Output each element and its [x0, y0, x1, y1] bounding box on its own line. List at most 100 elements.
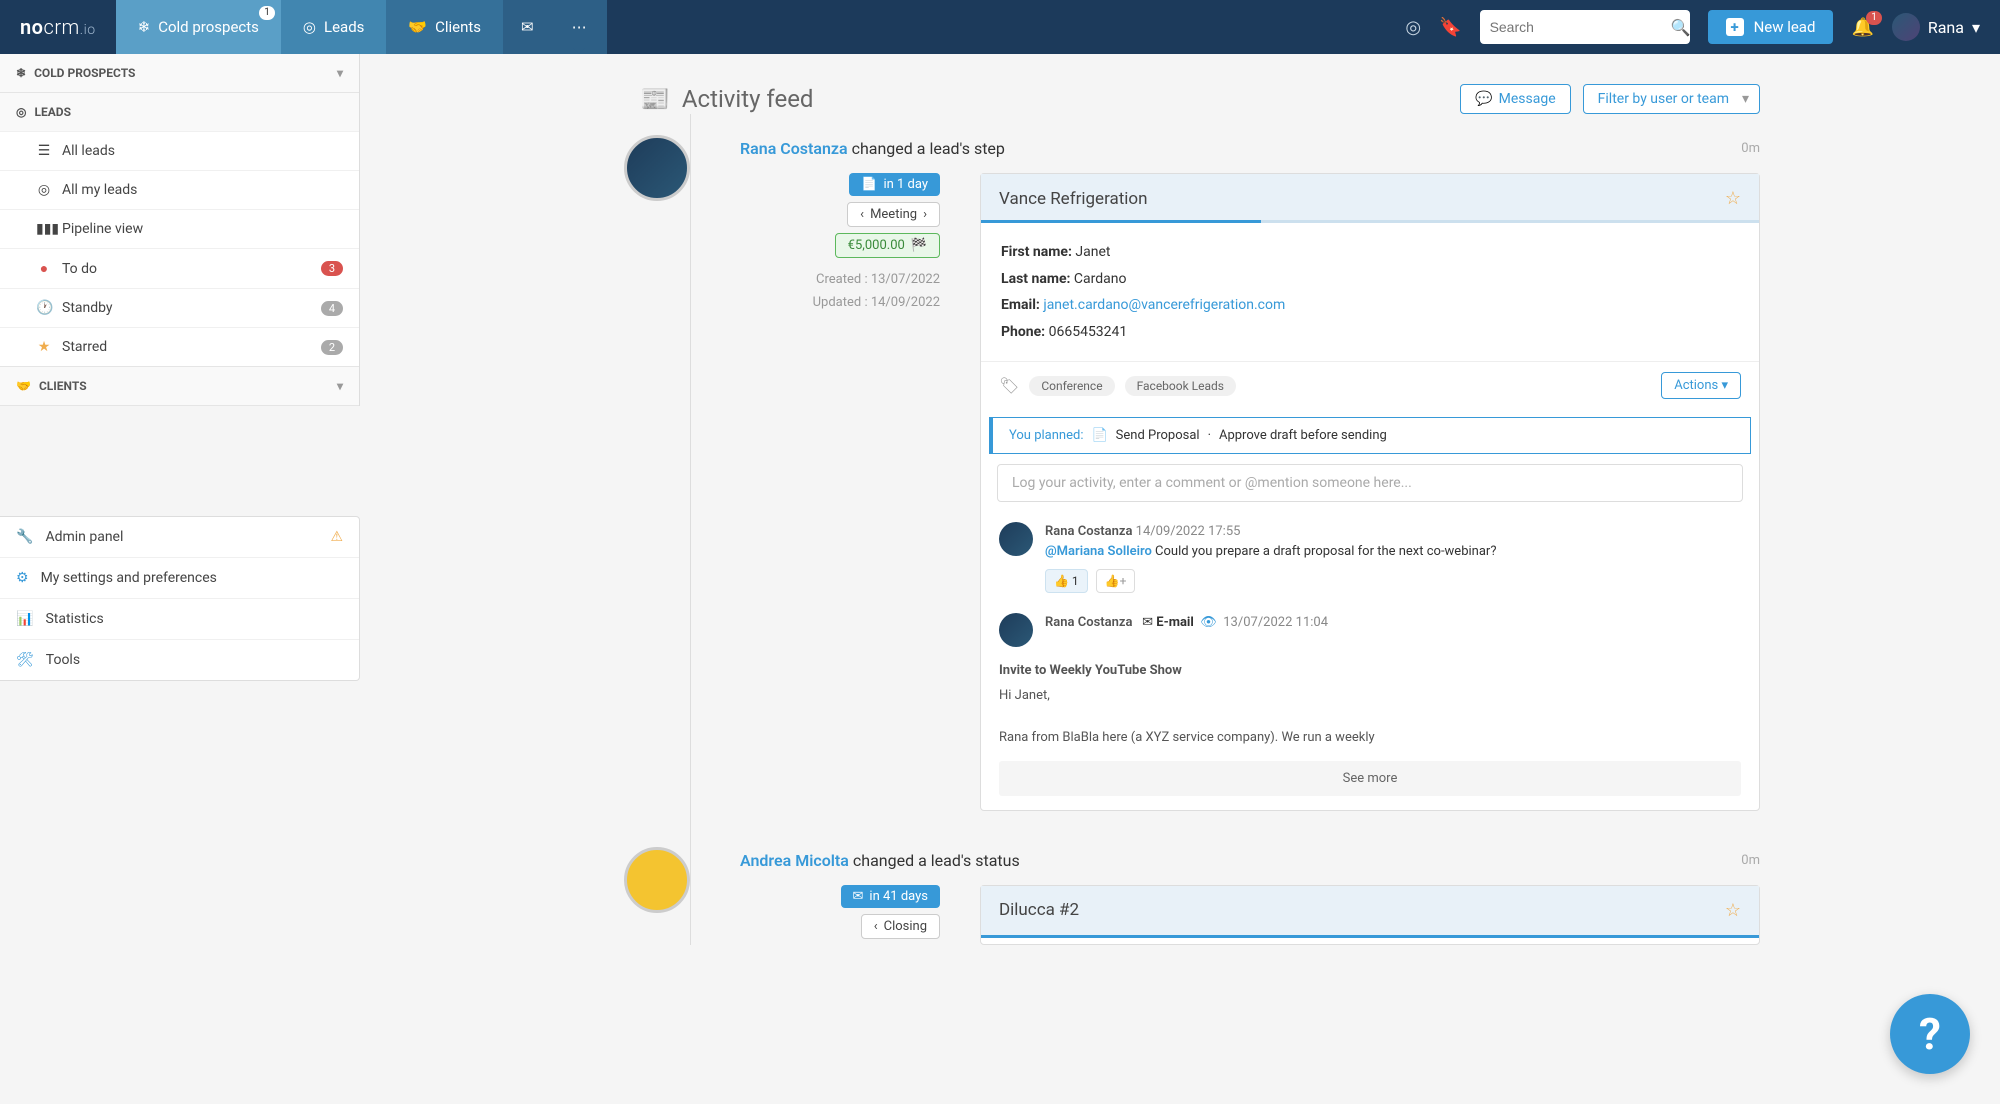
plus-icon: +	[1726, 18, 1744, 36]
my-settings[interactable]: ⚙ My settings and preferences	[0, 557, 359, 598]
notifications[interactable]: 🔔 1	[1851, 17, 1873, 38]
new-lead-button[interactable]: + New lead	[1708, 10, 1834, 44]
chevron-left-icon: ‹	[874, 919, 878, 934]
email-body: Rana from BlaBla here (a XYZ service com…	[999, 728, 1741, 749]
amount-chip[interactable]: €5,000.00 🏁	[835, 233, 940, 258]
nav-more[interactable]: ⋯	[552, 0, 607, 54]
nav-clients[interactable]: 🤝 Clients	[386, 0, 503, 54]
email-body: Hi Janet,	[999, 686, 1741, 707]
star-toggle[interactable]: ☆	[1725, 188, 1741, 209]
caret-down-icon: ▾	[1972, 18, 1980, 37]
lead-title[interactable]: Dilucca #2	[999, 900, 1079, 920]
star-icon: ★	[36, 339, 52, 355]
see-more-button[interactable]: See more	[999, 761, 1741, 796]
tag[interactable]: Facebook Leads	[1125, 376, 1236, 396]
comment-ts: 14/09/2022 17:55	[1136, 524, 1241, 539]
cold-badge: 1	[259, 6, 275, 20]
due-chip[interactable]: 📄in 1 day	[849, 173, 940, 196]
comment-ts: 13/07/2022 11:04	[1223, 615, 1328, 630]
feed-avatar[interactable]	[624, 135, 690, 201]
clock-icon: 🕐	[36, 300, 52, 316]
comment-input[interactable]: Log your activity, enter a comment or @m…	[997, 464, 1743, 502]
feed-action: changed a lead's step	[848, 139, 1005, 158]
standby-badge: 4	[321, 301, 343, 316]
nav-leads[interactable]: ◎ Leads	[281, 0, 387, 54]
file-icon: 📄	[1091, 428, 1107, 443]
search-input[interactable]	[1490, 19, 1671, 35]
sidebar-todo[interactable]: ● To do 3	[0, 248, 359, 288]
actions-dropdown[interactable]: Actions ▾	[1661, 372, 1741, 399]
stage-chip[interactable]: ‹Closing	[861, 914, 940, 939]
help-button[interactable]: ?	[1890, 994, 1970, 1074]
sidebar-standby[interactable]: 🕐 Standby 4	[0, 288, 359, 327]
file-icon: 📄	[861, 177, 877, 192]
star-toggle[interactable]: ☆	[1725, 900, 1741, 921]
planned-bar: You planned: 📄 Send Proposal · Approve d…	[989, 417, 1751, 454]
bars-icon: ▮▮▮	[36, 221, 52, 237]
stage-chip[interactable]: ‹Meeting›	[847, 202, 940, 227]
sidebar-pipeline[interactable]: ▮▮▮ Pipeline view	[0, 209, 359, 248]
chat-icon: 💬	[1475, 91, 1492, 107]
feed-time: 0m	[1741, 853, 1760, 868]
search-box[interactable]: 🔍	[1480, 10, 1690, 44]
target-icon: ◎	[16, 105, 26, 119]
avatar[interactable]	[999, 522, 1033, 556]
sidebar-starred[interactable]: ★ Starred 2	[0, 327, 359, 366]
bookmark-icon[interactable]: 🔖	[1439, 17, 1461, 38]
envelope-icon: ✉	[853, 889, 864, 904]
sidebar-all-leads[interactable]: ☰ All leads	[0, 131, 359, 170]
planned-task[interactable]: Approve draft before sending	[1219, 428, 1387, 443]
target-icon: ◎	[36, 182, 52, 198]
flag-icon: 🏁	[911, 238, 927, 253]
warning-icon: ⚠	[330, 529, 343, 545]
comment-author[interactable]: Rana Costanza	[1045, 615, 1132, 630]
target-icon-top[interactable]: ◎	[1405, 17, 1421, 38]
snowflake-icon: ❄	[138, 18, 151, 36]
sidebar-leads-header[interactable]: ◎ LEADS	[0, 93, 359, 131]
caret-down-icon: ▾	[337, 379, 343, 393]
user-menu[interactable]: Rana ▾	[1892, 13, 1980, 41]
starred-badge: 2	[321, 340, 343, 355]
newspaper-icon: 📰	[640, 85, 670, 113]
tag[interactable]: Conference	[1029, 376, 1114, 396]
list-icon: ☰	[36, 143, 52, 159]
nav-mail[interactable]: ✉	[503, 0, 552, 54]
search-icon[interactable]: 🔍	[1671, 18, 1691, 37]
admin-panel[interactable]: 🔧 Admin panel ⚠	[0, 517, 359, 557]
wrench-icon: 🔧	[16, 529, 33, 545]
feed-avatar[interactable]	[624, 847, 690, 913]
reaction[interactable]: 👍 1	[1045, 569, 1088, 593]
chevron-right-icon: ›	[923, 207, 927, 222]
bell-badge: 1	[1866, 11, 1882, 25]
lead-details: First name: Janet Last name: Cardano Ema…	[981, 223, 1759, 361]
logo[interactable]: nocrm.io	[0, 15, 116, 39]
envelope-icon: ✉	[521, 18, 534, 36]
email-link[interactable]: janet.cardano@vancerefrigeration.com	[1043, 297, 1285, 313]
feed-action: changed a lead's status	[849, 851, 1020, 870]
planned-task[interactable]: Send Proposal	[1116, 428, 1200, 443]
tools-icon: 🛠	[16, 652, 34, 668]
due-chip[interactable]: ✉in 41 days	[841, 885, 940, 908]
todo-badge: 3	[321, 261, 343, 276]
comment-author[interactable]: Rana Costanza	[1045, 524, 1132, 539]
sidebar-all-my-leads[interactable]: ◎ All my leads	[0, 170, 359, 209]
chevron-left-icon: ‹	[860, 207, 864, 222]
sidebar-clients-header[interactable]: 🤝 CLIENTS ▾	[0, 367, 359, 405]
created-date: Created : 13/07/2022	[740, 272, 940, 287]
envelope-icon: ✉	[1142, 615, 1153, 630]
avatar[interactable]	[999, 613, 1033, 647]
sidebar-cold-prospects-header[interactable]: ❄ COLD PROSPECTS ▾	[0, 54, 359, 92]
add-reaction[interactable]: 👍+	[1096, 569, 1136, 593]
alert-icon: ●	[36, 260, 52, 277]
lead-title[interactable]: Vance Refrigeration	[999, 189, 1148, 209]
message-button[interactable]: 💬 Message	[1460, 84, 1570, 114]
statistics[interactable]: 📊 Statistics	[0, 598, 359, 639]
snowflake-icon: ❄	[16, 66, 26, 80]
tools[interactable]: 🛠 Tools	[0, 639, 359, 680]
feed-time: 0m	[1741, 141, 1760, 156]
feed-user-link[interactable]: Rana Costanza	[740, 139, 848, 158]
feed-user-link[interactable]: Andrea Micolta	[740, 851, 849, 870]
filter-dropdown[interactable]: Filter by user or team ▾	[1583, 84, 1760, 114]
nav-cold-prospects[interactable]: ❄ Cold prospects 1	[116, 0, 281, 54]
mention[interactable]: @Mariana Solleiro	[1045, 544, 1152, 559]
